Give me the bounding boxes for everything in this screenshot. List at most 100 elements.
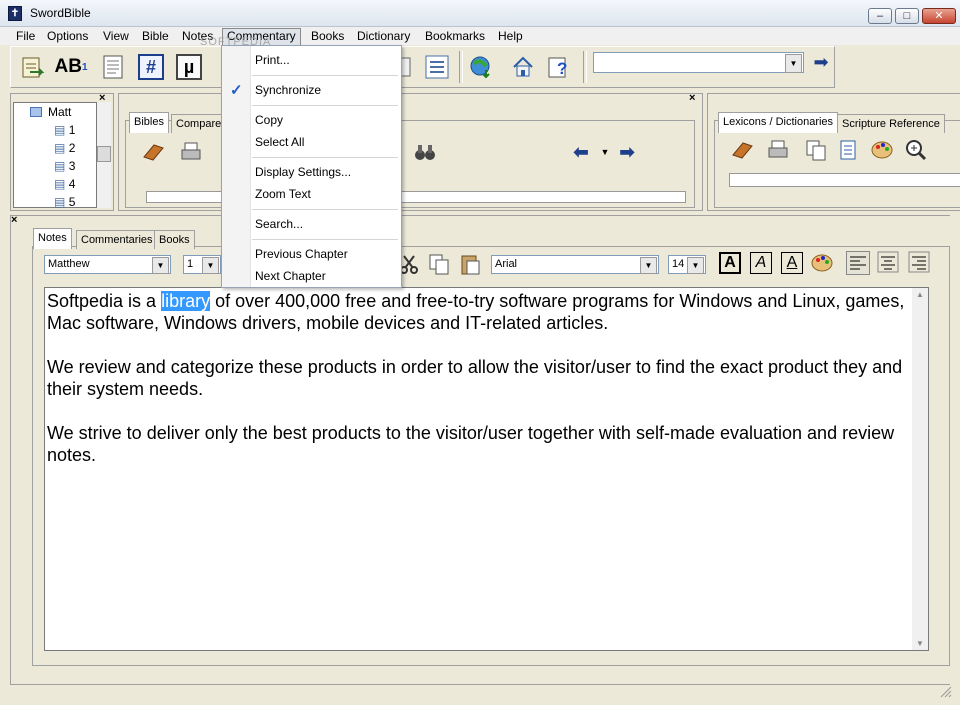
font-select[interactable]: Arial ▼ [491,255,659,274]
toolbar-separator [583,51,587,83]
open-book-icon[interactable] [19,53,47,81]
go-arrow-button[interactable]: ➡ [810,52,832,74]
menu-item-print[interactable]: Print... [222,49,401,71]
chapter-select[interactable]: 1 ▼ [183,255,221,274]
chevron-down-icon[interactable]: ▼ [785,54,802,73]
close-icon[interactable]: × [689,92,695,104]
menu-item-zoom-text[interactable]: Zoom Text [222,183,401,205]
menu-item-next-chapter[interactable]: Next Chapter [222,265,401,287]
align-right-button[interactable] [908,251,932,275]
scroll-down-icon[interactable]: ▼ [916,639,924,648]
page-icon: ▤ [54,123,66,137]
tree-chapter[interactable]: ▤ 4 [54,177,75,193]
page-icon: ▤ [54,159,66,173]
notes-editor[interactable]: Softpedia is a library of over 400,000 f… [44,287,929,651]
lexicon-pane [714,120,960,208]
page-icon: ▤ [54,141,66,155]
align-center-button[interactable] [877,251,901,275]
align-left-button[interactable] [846,251,870,275]
palette-icon[interactable] [808,249,836,277]
tree-chapter[interactable]: ▤ 1 [54,123,75,139]
italic-button[interactable]: A [750,252,772,274]
maximize-button[interactable]: □ [895,8,919,24]
chevron-down-icon[interactable]: ▼ [152,257,169,274]
menu-item-previous-chapter[interactable]: Previous Chapter [222,243,401,265]
tree-chapter[interactable]: ▤ 3 [54,159,75,175]
resize-grip[interactable] [938,684,952,698]
menu-help[interactable]: Help [494,28,527,44]
menu-dictionary[interactable]: Dictionary [353,28,414,44]
copy-icon[interactable] [425,250,453,278]
quick-reference-combo[interactable]: ▼ [593,52,804,73]
tree-chapter[interactable]: ▤ 2 [54,141,75,157]
menu-item-search[interactable]: Search... [222,213,401,235]
page-icon: ▤ [54,177,66,191]
tab-notes[interactable]: Notes [33,228,72,249]
align-right-icon [908,251,930,273]
chevron-down-icon[interactable]: ▼ [640,257,657,274]
scroll-up-icon[interactable]: ▲ [916,290,924,299]
editor-text-run: Softpedia is a [47,291,162,311]
print-icon[interactable] [764,136,792,164]
font-size-select[interactable]: 14 ▼ [668,255,706,274]
editor-scrollbar[interactable]: ▲ ▼ [912,288,928,650]
menu-separator [252,105,398,106]
menu-file[interactable]: File [12,28,39,44]
document-icon[interactable] [99,53,127,81]
tree-book-matt[interactable]: Matt [48,105,71,121]
close-button[interactable]: ✕ [922,8,956,24]
tree-scrollbar[interactable] [97,102,111,208]
scrollbar-thumb[interactable] [97,146,111,162]
tab-compare[interactable]: Compare [171,114,227,133]
minimize-button[interactable]: – [868,8,892,24]
book-icon[interactable] [139,138,167,166]
tab-scripture-reference[interactable]: Scripture Reference [837,114,945,133]
morphology-button[interactable]: µ [175,53,203,81]
menu-item-select-all[interactable]: Select All [222,131,401,153]
verse-numbers-button[interactable]: # [137,53,165,81]
svg-text:?: ? [557,59,567,78]
help-icon[interactable]: ? [545,53,573,81]
list-icon[interactable] [423,53,451,81]
lexicon-text-area [729,173,960,187]
chevron-down-icon[interactable]: ▼ [202,257,219,274]
underline-button[interactable]: A [781,252,803,274]
menu-separator [252,157,398,158]
menu-options[interactable]: Options [43,28,92,44]
tab-books[interactable]: Books [154,230,195,249]
document-icon[interactable] [834,136,862,164]
editor-text[interactable]: Softpedia is a library of over 400,000 f… [47,290,913,488]
tab-bibles[interactable]: Bibles [129,112,169,133]
mu-label: µ [176,54,202,80]
forward-arrow-icon[interactable]: ➡ [613,138,641,166]
strongs-toggle-button[interactable]: AB 1 [55,53,88,81]
tree-chapter[interactable]: ▤ 5 [54,195,75,211]
menu-item-display-settings[interactable]: Display Settings... [222,161,401,183]
menu-item-copy[interactable]: Copy [222,109,401,131]
copy-icon[interactable] [802,136,830,164]
book-select[interactable]: Matthew ▼ [44,255,171,274]
chevron-down-icon[interactable]: ▼ [687,257,704,274]
tab-lexicons[interactable]: Lexicons / Dictionaries [718,112,839,133]
align-center-icon [877,251,899,273]
paste-icon[interactable] [456,250,484,278]
print-icon[interactable] [177,138,205,166]
web-download-icon[interactable] [467,53,495,81]
close-icon[interactable]: × [11,214,17,226]
tab-commentaries[interactable]: Commentaries [76,230,158,249]
menu-bookmarks[interactable]: Bookmarks [421,28,489,44]
book-icon[interactable] [728,136,756,164]
bold-button[interactable]: A [719,252,741,274]
app-icon: ✝ [8,6,22,21]
menu-books[interactable]: Books [307,28,348,44]
selected-text: library [161,291,211,311]
binoculars-icon[interactable] [411,138,439,166]
menu-item-synchronize[interactable]: Synchronize [222,79,401,101]
palette-icon[interactable] [868,136,896,164]
zoom-icon[interactable] [902,136,930,164]
home-icon[interactable] [509,53,537,81]
menu-bible[interactable]: Bible [138,28,173,44]
commentary-menu: Print... Synchronize ✓ Copy Select All D… [221,45,402,288]
menu-separator [252,209,398,210]
menu-view[interactable]: View [99,28,133,44]
